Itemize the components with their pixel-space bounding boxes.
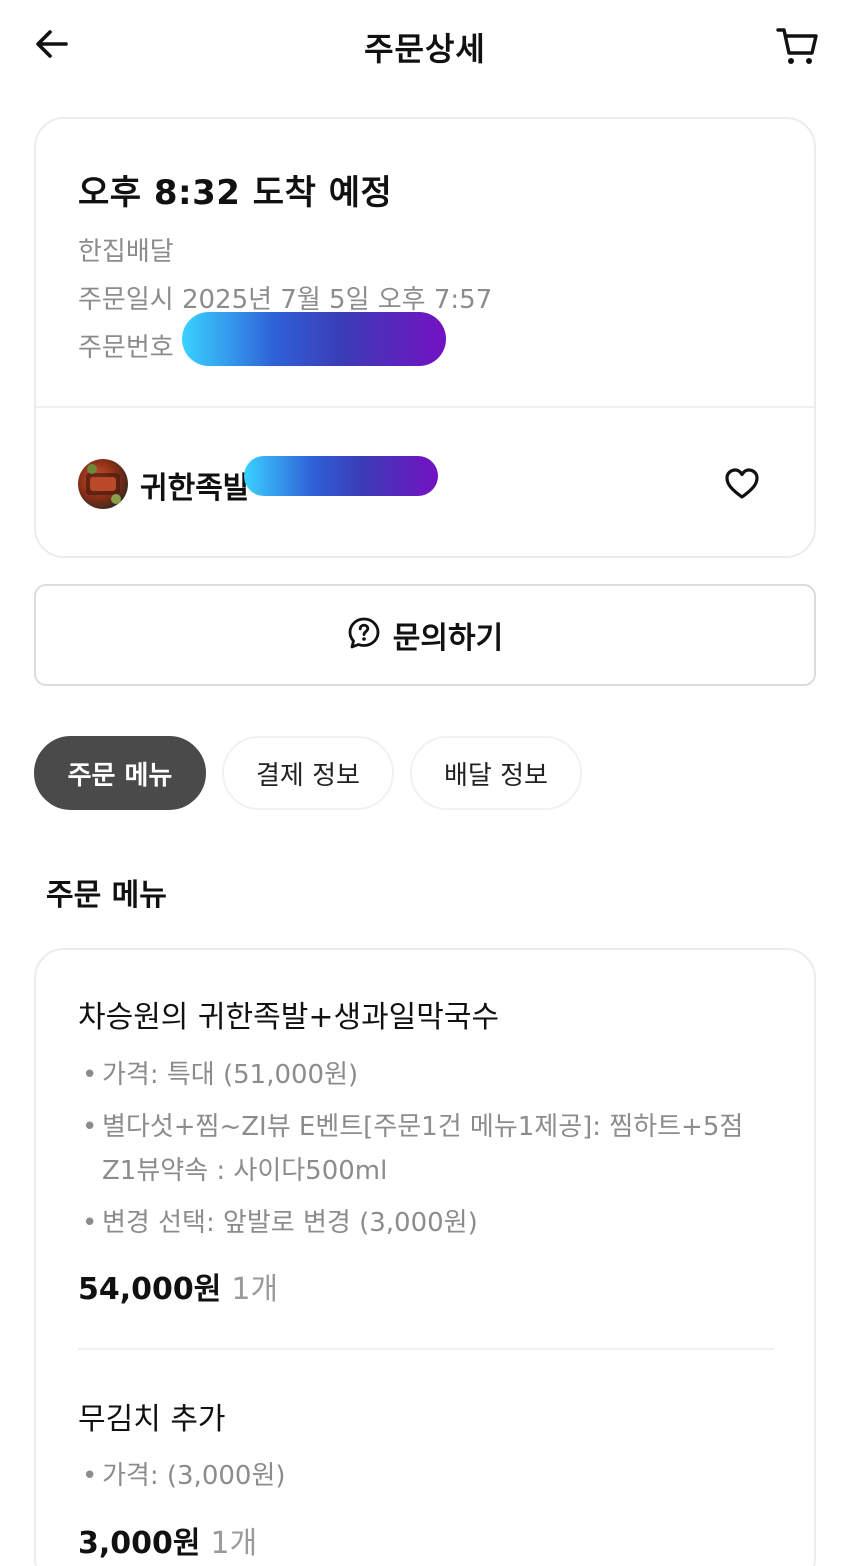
menu-option: • 가격: 특대 (51,000원) [82, 1060, 359, 1090]
delivery-type: 한집배달 [78, 237, 174, 267]
arrival-eta: 오후 8:32 도착 예정 [78, 173, 393, 213]
store-thumbnail[interactable] [78, 459, 128, 509]
menu-item-quantity: 1개 [231, 1272, 279, 1307]
menu-option: • 변경 선택: 앞발로 변경 (3,000원) [82, 1208, 478, 1238]
card-divider [36, 406, 814, 408]
cart-icon [775, 23, 819, 71]
inquiry-label: 문의하기 [392, 621, 504, 656]
menu-option: • 별다섯+찜~ZI뷰 E벤트[주문1건 메뉴1제공]: 찜하트+5점 [82, 1112, 744, 1142]
order-number-redaction [182, 312, 446, 366]
store-name-redaction [244, 456, 438, 496]
menu-option-text: 별다섯+찜~ZI뷰 E벤트[주문1건 메뉴1제공]: 찜하트+5점 [102, 1112, 744, 1142]
heart-icon [723, 465, 761, 507]
menu-option: • 가격: (3,000원) [82, 1461, 286, 1491]
menu-item-price-row: 3,000원 1개 [78, 1518, 257, 1562]
tab-delivery-info[interactable]: 배달 정보 [410, 736, 582, 810]
menu-item-name: 차승원의 귀한족발+생과일막국수 [78, 1000, 500, 1035]
section-title: 주문 메뉴 [46, 878, 167, 913]
menu-item-name: 무김치 추가 [78, 1402, 226, 1437]
menu-item-price-row: 54,000원 1개 [78, 1264, 278, 1308]
menu-item-price: 54,000원 [78, 1272, 222, 1307]
tab-payment-info[interactable]: 결제 정보 [222, 736, 394, 810]
menu-option-text: 변경 선택: 앞발로 변경 (3,000원) [102, 1208, 478, 1238]
page-title: 주문상세 [364, 30, 486, 68]
menu-list-card: 차승원의 귀한족발+생과일막국수 • 가격: 특대 (51,000원) • 별다섯+… [34, 948, 816, 1566]
inquiry-button[interactable]: 문의하기 [34, 584, 816, 686]
order-datetime: 주문일시 2025년 7월 5일 오후 7:57 [78, 285, 493, 315]
item-divider [78, 1348, 774, 1350]
menu-option-text: 가격: (3,000원) [102, 1461, 286, 1491]
question-bubble-icon [347, 616, 381, 654]
menu-option-text: 가격: 특대 (51,000원) [102, 1060, 359, 1090]
menu-option-continuation: Z1뷰약속 : 사이다500ml [102, 1156, 388, 1186]
cart-button[interactable] [772, 22, 822, 72]
store-name[interactable]: 귀한족발 [140, 463, 250, 507]
menu-item-quantity: 1개 [210, 1526, 258, 1561]
favorite-button[interactable] [720, 464, 764, 508]
order-number-label: 주문번호 [78, 333, 174, 363]
menu-item-price: 3,000원 [78, 1526, 201, 1561]
order-summary-card: 오후 8:32 도착 예정 한집배달 주문일시 2025년 7월 5일 오후 7… [34, 117, 816, 558]
top-app-bar: 주문상세 [0, 0, 850, 95]
tab-order-menu[interactable]: 주문 메뉴 [34, 736, 206, 810]
